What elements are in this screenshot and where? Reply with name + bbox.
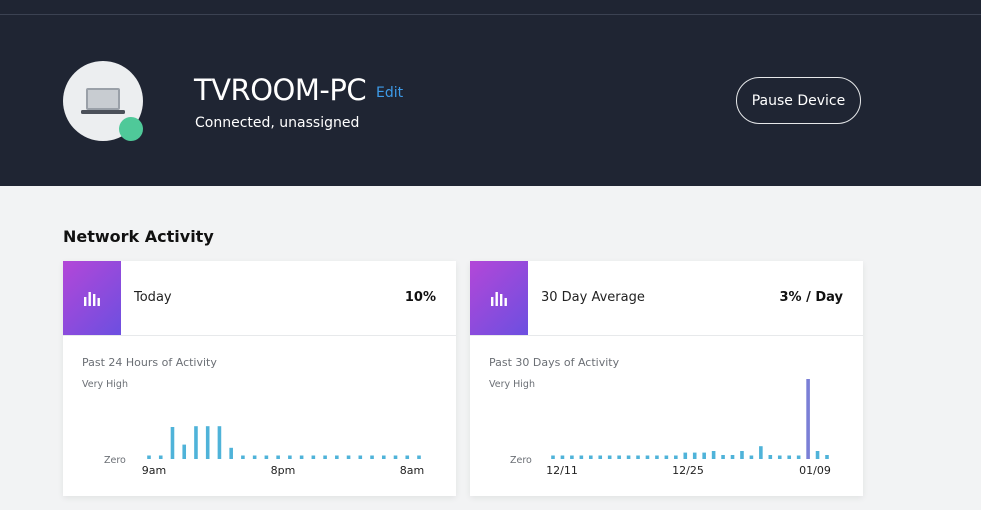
activity-bar [311,455,316,459]
y-axis-high-label: Very High [82,379,128,390]
activity-bar [721,455,725,459]
thirty-day-activity-chart: Very High Zero 12/11 12/25 01/09 [489,379,831,477]
activity-bar [759,446,763,459]
activity-bar [358,455,363,459]
activity-bar [158,455,163,459]
x-tick-label: 01/09 [799,464,831,477]
activity-bar [276,455,280,459]
thirty-day-card-header: 30 Day Average 3% / Day [470,261,863,336]
activity-bar [796,455,801,459]
network-activity-heading: Network Activity [63,227,214,246]
activity-bar [264,455,269,459]
y-axis-low-label: Zero [510,455,532,466]
activity-bar [370,455,374,459]
activity-bar [787,455,792,459]
activity-bar [229,447,233,459]
activity-bar [768,455,773,459]
bar-chart-icon [84,292,100,306]
today-bars [147,426,421,459]
activity-bar [299,455,304,459]
activity-bar [664,455,669,459]
activity-bar [730,455,735,459]
device-status: Connected, unassigned [195,115,360,131]
activity-bar [417,455,421,459]
thirty-day-bars [551,379,829,459]
activity-bar [170,427,175,459]
today-chart-title: Past 24 Hours of Activity [82,356,217,369]
laptop-icon [81,88,125,114]
activity-bar [194,426,198,459]
activity-bar [393,455,398,459]
connection-status-dot [119,117,143,141]
activity-bar [740,451,744,459]
activity-bar [598,455,603,459]
activity-bar [579,455,584,459]
today-card-header: Today 10% [63,261,456,336]
activity-bar [749,455,754,459]
activity-bar [692,452,697,459]
activity-bar [777,455,782,459]
activity-bar [147,455,151,459]
activity-bar [346,455,351,459]
y-axis-high-label: Very High [489,379,535,390]
bar-chart-icon [491,292,507,306]
activity-bar [323,455,327,459]
activity-bar [588,455,593,459]
y-axis-low-label: Zero [104,455,126,466]
activity-bar [335,455,339,459]
activity-bar [626,455,631,459]
edit-device-name-link[interactable]: Edit [376,85,403,101]
x-tick-label: 12/25 [672,464,704,477]
activity-bar [645,455,650,459]
activity-bar [241,455,245,459]
activity-bar [825,455,829,459]
activity-bar [560,455,565,459]
activity-bar [551,455,555,459]
activity-bar [806,379,810,459]
thirty-day-icon-tile [470,261,528,335]
thirty-day-activity-card: 30 Day Average 3% / Day Past 30 Days of … [470,261,863,496]
activity-bar [405,455,410,459]
activity-bar [674,455,678,459]
activity-bar [217,426,222,459]
today-label: Today [134,290,172,305]
activity-bar [182,444,187,459]
x-tick-label: 9am [142,464,166,477]
activity-bar [607,455,612,459]
activity-bar [205,426,210,459]
thirty-day-chart-title: Past 30 Days of Activity [489,356,620,369]
device-header: TVROOM-PC Edit Connected, unassigned Pau… [0,0,981,186]
header-divider [0,14,981,15]
activity-bar [702,452,706,459]
activity-bar [617,455,621,459]
device-name: TVROOM-PC [194,73,367,107]
thirty-day-label: 30 Day Average [541,290,645,305]
activity-bar [636,455,640,459]
today-activity-card: Today 10% Past 24 Hours of Activity Very… [63,261,456,496]
pause-device-button[interactable]: Pause Device [736,77,861,124]
activity-bar [252,455,257,459]
today-value: 10% [404,290,436,305]
activity-bar [711,451,716,459]
x-tick-label: 8am [400,464,424,477]
activity-bar [683,452,688,459]
activity-bar [655,455,659,459]
today-icon-tile [63,261,121,335]
today-activity-chart: Very High Zero 9am 8pm 8am [82,379,424,477]
thirty-day-value: 3% / Day [779,290,843,305]
activity-bar [288,455,292,459]
x-tick-label: 8pm [271,464,296,477]
activity-bar [381,455,386,459]
x-tick-label: 12/11 [546,464,578,477]
activity-bar [570,455,574,459]
activity-bar [815,451,820,459]
